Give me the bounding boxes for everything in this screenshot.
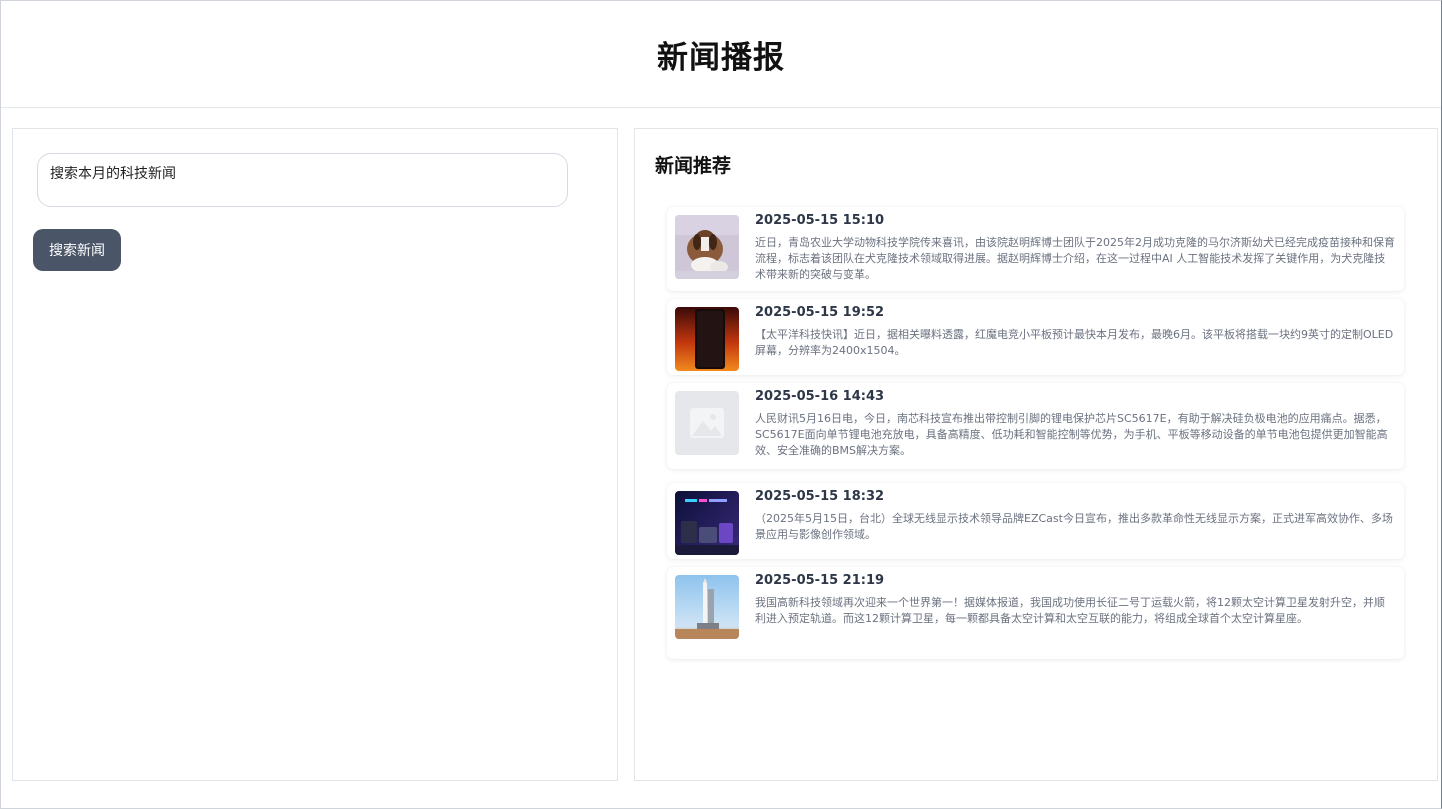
search-panel: 搜索本月的科技新闻 搜索新闻 [12,128,618,781]
page-title: 新闻播报 [657,39,785,76]
news-card[interactable]: 2025-05-15 21:19 我国高新科技领域再次迎来一个世界第一！据媒体报… [667,567,1404,659]
red-tablet-photo [675,307,739,371]
news-thumbnail [675,491,739,555]
search-news-button[interactable]: 搜索新闻 [33,229,121,271]
news-summary: 人民财讯5月16日电，今日，南芯科技宣布推出带控制引脚的锂电保护芯片SC5617… [755,412,1388,457]
news-card[interactable]: 2025-05-15 15:10 近日，青岛农业大学动物科技学院传来喜讯，由该院… [667,207,1404,291]
news-date: 2025-05-15 15:10 [755,213,885,228]
news-summary: （2025年5月15日，台北）全球无线显示技术领导品牌EZCast今日宣布，推出… [755,512,1393,541]
ezcast-devices-photo [675,491,739,555]
news-card[interactable]: 2025-05-15 19:52 【太平洋科技快讯】近日，据相关曝料透露，红魔电… [667,299,1404,375]
news-date: 2025-05-15 18:32 [755,489,885,504]
news-thumbnail [675,391,739,455]
rocket-launch-photo [675,575,739,639]
news-date: 2025-05-15 19:52 [755,305,885,320]
news-date: 2025-05-16 14:43 [755,389,885,404]
app-window: 新闻播报 搜索本月的科技新闻 搜索新闻 新闻推荐 2025-05-15 15:1… [0,0,1442,809]
beagle-dog-photo [675,215,739,279]
news-summary: 我国高新科技领域再次迎来一个世界第一！据媒体报道，我国成功使用长征二号丁运载火箭… [755,596,1385,625]
news-summary: 近日，青岛农业大学动物科技学院传来喜讯，由该院赵明辉博士团队于2025年2月成功… [755,236,1395,281]
image-placeholder-icon [675,391,739,455]
news-thumbnail [675,575,739,639]
news-date: 2025-05-15 21:19 [755,573,885,588]
news-thumbnail [675,307,739,371]
recommend-title: 新闻推荐 [655,155,732,177]
news-thumbnail [675,215,739,279]
news-card[interactable]: 2025-05-16 14:43 人民财讯5月16日电，今日，南芯科技宣布推出带… [667,383,1404,469]
page-header: 新闻播报 [1,1,1441,108]
news-summary: 【太平洋科技快讯】近日，据相关曝料透露，红魔电竞小平板预计最快本月发布，最晚6月… [755,328,1394,357]
news-card[interactable]: 2025-05-15 18:32 （2025年5月15日，台北）全球无线显示技术… [667,483,1404,559]
recommend-panel: 新闻推荐 2025-05-15 15:10 近日，青岛农业大学动物科技学院传来喜… [634,128,1438,781]
search-input[interactable]: 搜索本月的科技新闻 [37,153,568,207]
